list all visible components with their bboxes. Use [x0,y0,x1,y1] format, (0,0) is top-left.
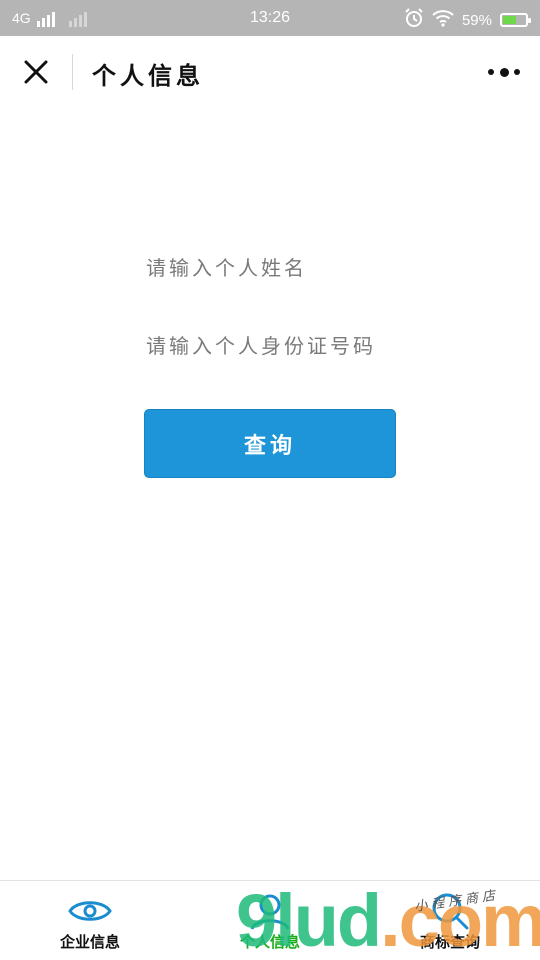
nav-divider [72,54,73,90]
query-button[interactable]: 查询 [144,409,396,478]
search-icon [426,891,474,931]
tab-company-info[interactable]: 企业信息 [0,881,180,960]
more-button[interactable] [488,62,520,82]
tab-label: 商标查询 [419,933,480,951]
status-icons: 59% [404,8,531,32]
tab-bar: 企业信息 个人信息 商标查询 [0,880,540,960]
page-title: 个人信息 [92,61,204,90]
status-bar: 4G 13:26 59% [0,0,540,36]
person-icon [246,891,294,931]
name-input[interactable] [146,248,396,288]
eye-icon [66,891,114,931]
close-icon [24,60,48,84]
more-icon [488,69,494,75]
tab-trademark-search[interactable]: 商标查询 [360,881,540,960]
nav-bar: 个人信息 [0,36,540,108]
id-number-input[interactable] [146,326,406,366]
tab-personal-info[interactable]: 个人信息 [180,881,360,960]
tab-label: 企业信息 [59,933,120,951]
battery-percent: 59% [461,11,492,29]
close-button[interactable] [18,54,54,90]
tab-label: 个人信息 [239,933,300,951]
alarm-icon [404,8,424,32]
more-icon-dot [514,69,520,75]
more-icon-dot [499,67,509,77]
battery-icon [500,13,531,27]
wifi-icon [432,9,454,31]
